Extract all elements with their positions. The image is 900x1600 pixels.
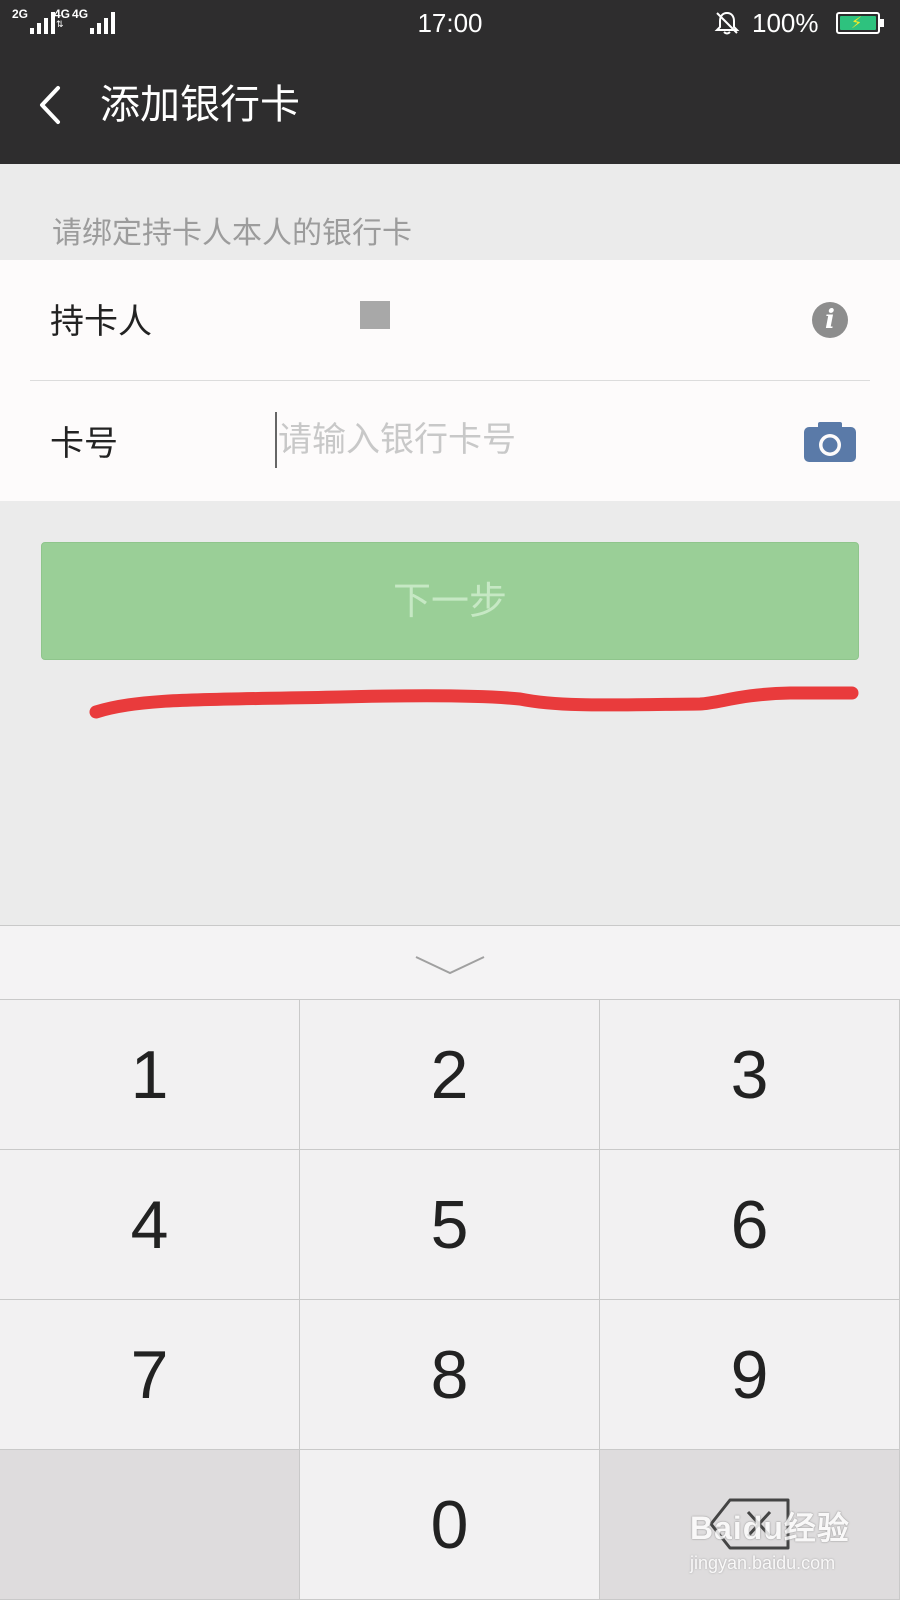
- page-title: 添加银行卡: [100, 82, 300, 128]
- key-3[interactable]: 3: [600, 1000, 900, 1150]
- key-9[interactable]: 9: [600, 1300, 900, 1450]
- baidu-jingyan-watermark: Baidu经验 jingyan.baidu.com: [690, 1503, 890, 1593]
- key-blank: [0, 1450, 300, 1600]
- key-8[interactable]: 8: [300, 1300, 600, 1450]
- key-6[interactable]: 6: [600, 1150, 900, 1300]
- silent-bell-icon: [714, 11, 740, 35]
- holder-name-masked: [360, 301, 390, 329]
- battery-charging-icon: ⚡: [836, 12, 884, 34]
- key-1[interactable]: 1: [0, 1000, 300, 1150]
- form-divider: [30, 380, 870, 381]
- battery-percent: 100%: [752, 8, 819, 38]
- holder-label: 持卡人: [50, 302, 152, 342]
- key-5[interactable]: 5: [300, 1150, 600, 1300]
- bank-card-form: 持卡人 i 卡号: [0, 260, 900, 501]
- card-number-label: 卡号: [50, 424, 118, 464]
- card-number-input[interactable]: [278, 412, 768, 468]
- key-7[interactable]: 7: [0, 1300, 300, 1450]
- chevron-down-icon[interactable]: [412, 953, 488, 977]
- status-bar: 2G 4G ⇅ 4G 17:00 100% ⚡: [0, 0, 900, 46]
- next-step-button[interactable]: 下一步: [41, 542, 859, 660]
- nav-bar: 添加银行卡: [0, 46, 900, 164]
- key-4[interactable]: 4: [0, 1150, 300, 1300]
- key-0[interactable]: 0: [300, 1450, 600, 1600]
- camera-icon[interactable]: [802, 420, 858, 464]
- watermark-logo: Baidu经验: [690, 1510, 850, 1546]
- bind-hint: 请绑定持卡人本人的银行卡: [52, 216, 412, 251]
- numeric-keyboard: 1 2 3 4 5 6 7 8 9 0: [0, 925, 900, 1600]
- info-icon[interactable]: i: [812, 302, 848, 338]
- watermark-url: jingyan.baidu.com: [690, 1553, 836, 1573]
- text-cursor: [275, 412, 277, 468]
- keyboard-toolbar: [0, 925, 900, 1000]
- key-2[interactable]: 2: [300, 1000, 600, 1150]
- chevron-left-icon[interactable]: [28, 80, 78, 130]
- red-annotation-underline: [89, 686, 859, 719]
